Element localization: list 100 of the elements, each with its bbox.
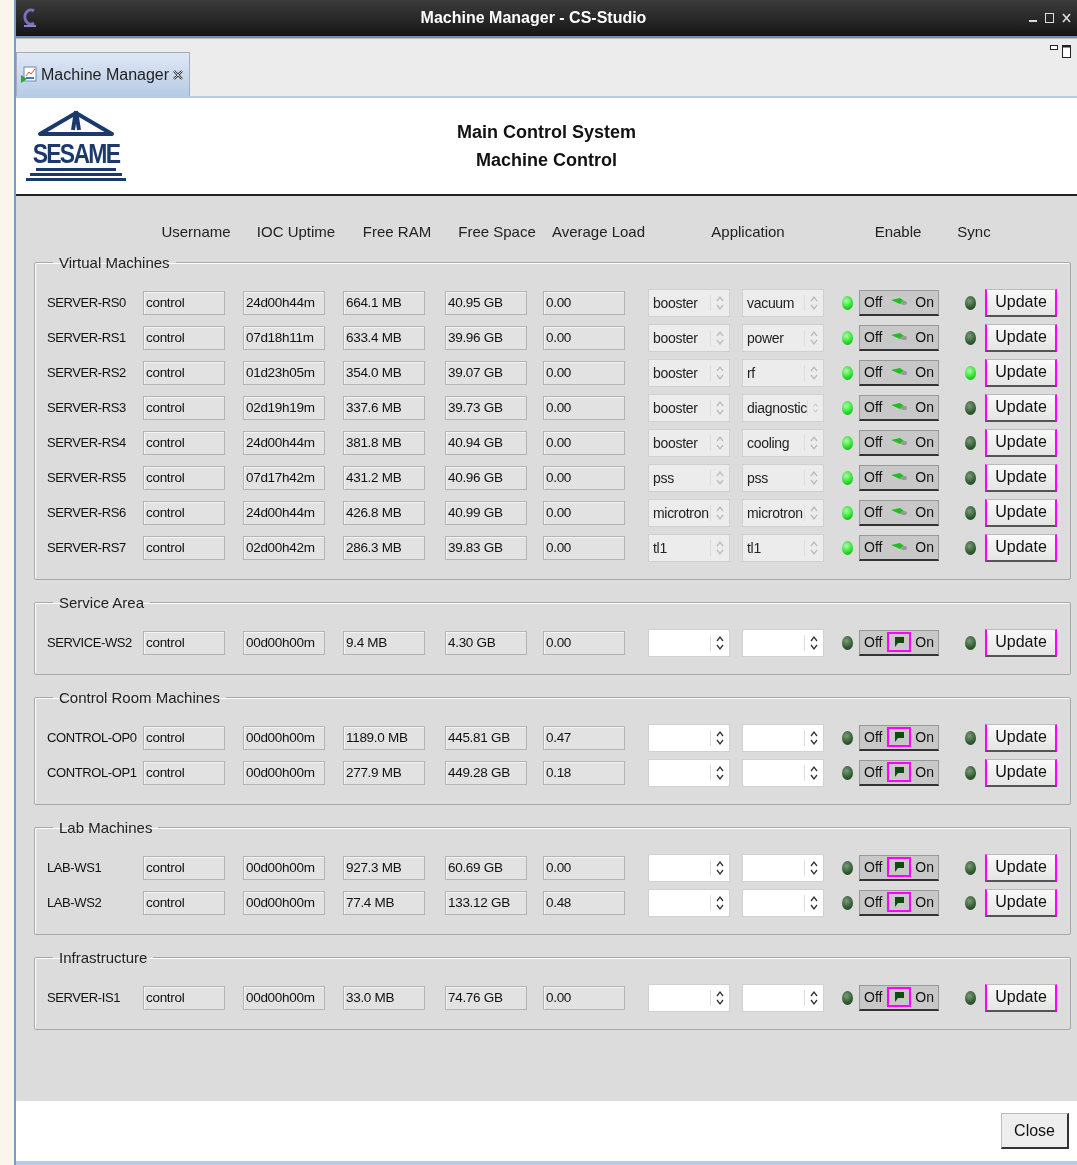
- update-button[interactable]: Update: [985, 533, 1057, 562]
- subsystem-spinner[interactable]: microtron: [742, 498, 824, 527]
- update-button[interactable]: Update: [985, 853, 1057, 882]
- uptime-field: 00d00h00m: [243, 855, 325, 880]
- enable-switch[interactable]: Off On: [859, 984, 939, 1011]
- maximize-icon[interactable]: [1045, 13, 1054, 23]
- enable-switch[interactable]: Off On: [859, 429, 939, 456]
- application-spinner[interactable]: booster: [648, 323, 730, 352]
- editor-tab[interactable]: Machine Manager: [16, 52, 191, 96]
- subsystem-spinner[interactable]: power: [742, 323, 824, 352]
- free-ram-field: 354.0 MB: [343, 360, 425, 385]
- enable-switch[interactable]: Off On: [859, 359, 939, 386]
- enable-switch[interactable]: Off On: [859, 464, 939, 491]
- chart-icon: [21, 65, 37, 84]
- column-header: Application: [710, 222, 786, 240]
- free-space-field: 39.73 GB: [445, 395, 527, 420]
- uptime-field: 07d17h42m: [243, 465, 325, 490]
- subsystem-spinner[interactable]: cooling: [742, 428, 824, 457]
- group-title: Service Area: [58, 594, 146, 611]
- username-field: control: [143, 535, 225, 560]
- lever-icon: [889, 367, 908, 377]
- update-button[interactable]: Update: [985, 358, 1057, 387]
- machine-name: SERVER-IS1: [47, 990, 122, 1005]
- application-spinner[interactable]: booster: [648, 393, 730, 422]
- update-button[interactable]: Update: [985, 983, 1057, 1012]
- lever-icon: [889, 437, 908, 447]
- subsystem-spinner[interactable]: vacuum: [742, 288, 824, 317]
- uptime-field: 00d00h00m: [243, 985, 325, 1010]
- free-space-field: 40.95 GB: [445, 290, 527, 315]
- close-icon[interactable]: [1062, 13, 1071, 23]
- update-button[interactable]: Update: [985, 498, 1057, 527]
- application-spinner[interactable]: tl1: [648, 533, 730, 562]
- lever-icon: [889, 507, 908, 517]
- enable-switch[interactable]: Off On: [859, 534, 939, 561]
- machine-name: SERVER-RS4: [47, 435, 127, 450]
- average-load-field: 0.00: [543, 855, 625, 880]
- application-spinner[interactable]: pss: [648, 463, 730, 492]
- enable-switch[interactable]: Off On: [859, 629, 939, 656]
- enable-switch[interactable]: Off On: [859, 724, 939, 751]
- free-space-field: 445.81 GB: [445, 725, 527, 750]
- machine-name: SERVER-RS2: [47, 365, 127, 380]
- free-space-field: 39.83 GB: [445, 535, 527, 560]
- minimize-view-icon[interactable]: [1050, 45, 1058, 50]
- subsystem-spinner[interactable]: pss: [742, 463, 824, 492]
- application-spinner[interactable]: booster: [648, 428, 730, 457]
- maximize-view-icon[interactable]: [1062, 45, 1071, 58]
- average-load-field: 0.00: [543, 430, 625, 455]
- update-button[interactable]: Update: [985, 723, 1057, 752]
- enable-switch[interactable]: Off On: [859, 289, 939, 316]
- application-spinner[interactable]: microtron: [648, 498, 730, 527]
- update-button[interactable]: Update: [985, 628, 1057, 657]
- free-ram-field: 426.8 MB: [343, 500, 425, 525]
- update-button[interactable]: Update: [985, 758, 1057, 787]
- window-title: Machine Manager - CS-Studio: [419, 9, 648, 27]
- machine-name: LAB-WS2: [47, 895, 103, 910]
- group-title: Virtual Machines: [58, 254, 171, 271]
- lever-icon: [889, 297, 908, 307]
- enable-switch[interactable]: Off On: [859, 324, 939, 351]
- enable-switch[interactable]: Off On: [859, 759, 939, 786]
- free-ram-field: 277.9 MB: [343, 760, 425, 785]
- subsystem-spinner[interactable]: diagnostic: [742, 393, 824, 422]
- average-load-field: 0.18: [543, 760, 625, 785]
- enable-switch[interactable]: Off On: [859, 854, 939, 881]
- uptime-field: 02d19h19m: [243, 395, 325, 420]
- subsystem-spinner[interactable]: rf: [742, 358, 824, 387]
- average-load-field: 0.00: [543, 985, 625, 1010]
- update-button[interactable]: Update: [985, 463, 1057, 492]
- update-button[interactable]: Update: [985, 428, 1057, 457]
- update-button[interactable]: Update: [985, 323, 1057, 352]
- application-spinner[interactable]: booster: [648, 358, 730, 387]
- application-spinner[interactable]: booster: [648, 288, 730, 317]
- close-button[interactable]: Close: [1001, 1113, 1069, 1149]
- update-button[interactable]: Update: [985, 288, 1057, 317]
- enable-switch[interactable]: Off On: [859, 394, 939, 421]
- username-field: control: [143, 630, 225, 655]
- free-ram-field: 381.8 MB: [343, 430, 425, 455]
- update-button[interactable]: Update: [985, 888, 1057, 917]
- free-ram-field: 664.1 MB: [343, 290, 425, 315]
- column-header: Free RAM: [361, 222, 433, 240]
- column-header: Free Space: [457, 222, 537, 240]
- username-field: control: [143, 430, 225, 455]
- username-field: control: [143, 395, 225, 420]
- free-space-field: 74.76 GB: [445, 985, 527, 1010]
- lever-icon: [889, 472, 908, 482]
- uptime-field: 00d00h00m: [243, 760, 325, 785]
- machine-name: SERVER-RS3: [47, 400, 127, 415]
- enable-switch[interactable]: Off On: [859, 499, 939, 526]
- close-tab-icon[interactable]: [173, 69, 184, 80]
- free-space-field: 133.12 GB: [445, 890, 527, 915]
- subsystem-spinner[interactable]: tl1: [742, 533, 824, 562]
- username-field: control: [143, 760, 225, 785]
- enable-switch[interactable]: Off On: [859, 889, 939, 916]
- machine-name: SERVER-RS5: [47, 470, 127, 485]
- average-load-field: 0.00: [543, 395, 625, 420]
- uptime-field: 02d00h42m: [243, 535, 325, 560]
- username-field: control: [143, 890, 225, 915]
- free-ram-field: 337.6 MB: [343, 395, 425, 420]
- update-button[interactable]: Update: [985, 393, 1057, 422]
- lever-icon: [889, 332, 908, 342]
- machine-name: SERVICE-WS2: [47, 635, 133, 650]
